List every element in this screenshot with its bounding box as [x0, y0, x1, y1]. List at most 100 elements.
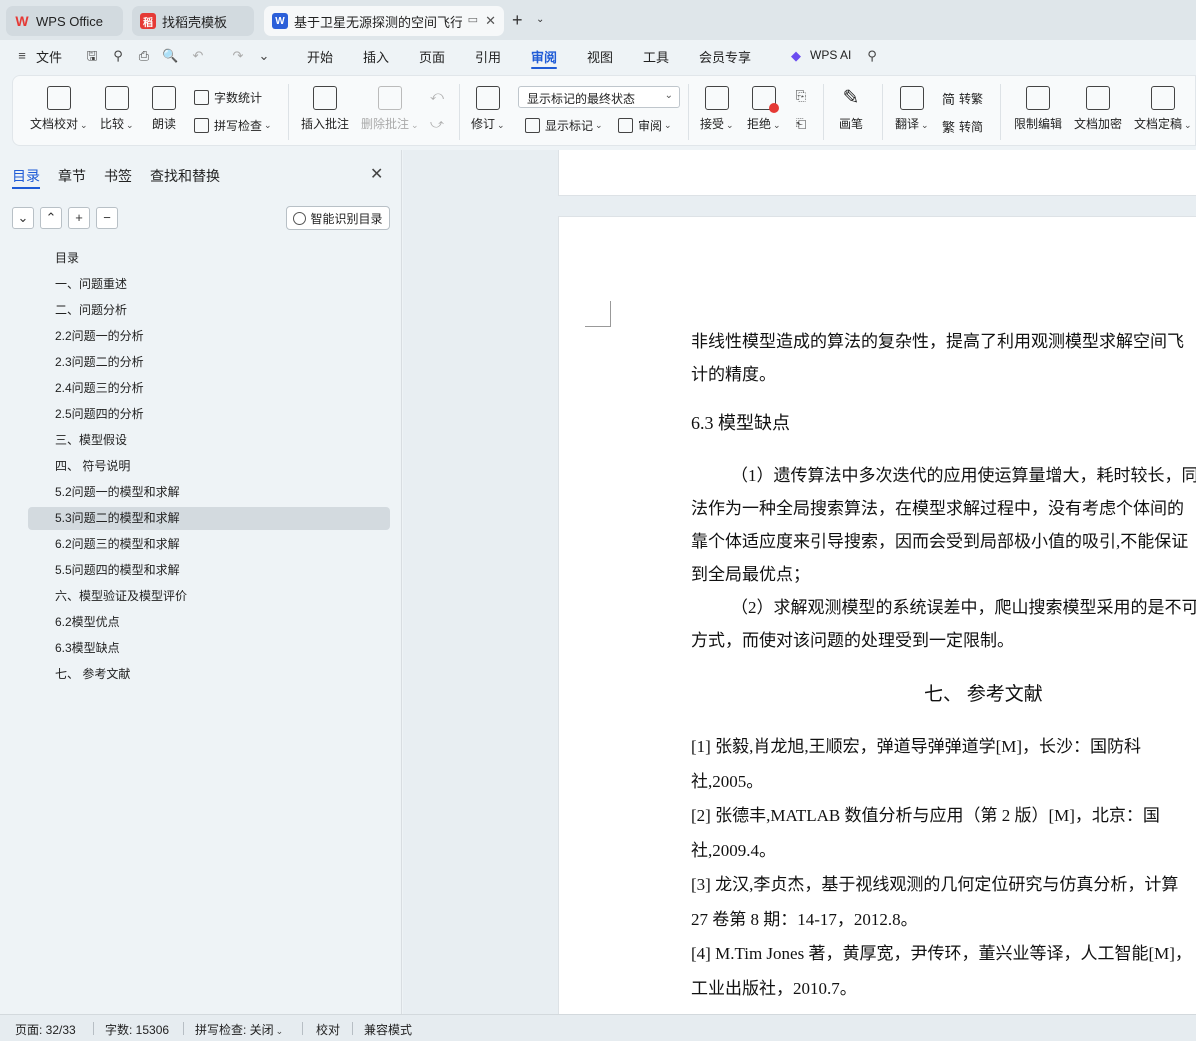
- next-comment-icon[interactable]: ⤻: [429, 116, 445, 132]
- tab-bookmarks[interactable]: 书签: [104, 166, 132, 186]
- menu-insert[interactable]: 插入: [363, 47, 389, 66]
- insert-comment-button[interactable]: 插入批注: [301, 86, 349, 132]
- doc-line: 方式，而使对该问题的处理受到一定限制。: [691, 631, 1014, 650]
- menu-page[interactable]: 页面: [419, 47, 445, 66]
- tab-find-replace[interactable]: 查找和替换: [150, 166, 220, 186]
- tab-document[interactable]: W 基于卫星无源探测的空间飞行器 ▭ ✕: [264, 6, 504, 36]
- toc-item[interactable]: 四、 符号说明: [28, 455, 390, 478]
- redo-icon[interactable]: ↷: [230, 48, 246, 64]
- tab-bar: W WPS Office 稻 找稻壳模板 W 基于卫星无源探测的空间飞行器 ▭ …: [0, 0, 1196, 40]
- word-count-icon: [194, 90, 209, 105]
- toc-item[interactable]: 5.3问题二的模型和求解: [28, 507, 390, 530]
- reject-button[interactable]: 拒绝 ⌄: [747, 86, 781, 132]
- spell-check-button[interactable]: 拼写检查 ⌄: [194, 117, 272, 134]
- markup-state-select[interactable]: 显示标记的最终状态 ⌄: [518, 86, 680, 108]
- markup-state-value: 显示标记的最终状态: [527, 92, 636, 106]
- to-traditional-button[interactable]: 简 转繁: [942, 89, 983, 108]
- menu-member[interactable]: 会员专享: [699, 47, 751, 66]
- doc-line: 社,2009.4。: [691, 841, 776, 860]
- toc-item[interactable]: 七、 参考文献: [28, 663, 390, 686]
- undo-icon[interactable]: ↶: [190, 48, 206, 64]
- ribbon-toolbar: 文档校对 ⌄ 比较 ⌄ 朗读 字数统计 拼写检查 ⌄ 插入批注 删除批注 ⌄ ⤺ ⤻ 修…: [12, 75, 1196, 146]
- chevron-down-icon[interactable]: ⌄: [256, 48, 272, 64]
- review-pane-label: 审阅: [638, 119, 663, 133]
- toc-item[interactable]: 2.4问题三的分析: [28, 377, 390, 400]
- toc-item[interactable]: 6.2模型优点: [28, 611, 390, 634]
- accept-button[interactable]: 接受 ⌄: [700, 86, 734, 132]
- pen-button[interactable]: ✎ 画笔: [839, 86, 863, 132]
- doc-line: 27 卷第 8 期：14-17，2012.8。: [691, 910, 918, 929]
- add-level-button[interactable]: +: [68, 207, 90, 229]
- toc-item[interactable]: 六、模型验证及模型评价: [28, 585, 390, 608]
- review-pane-button[interactable]: 审阅 ⌄: [618, 117, 672, 134]
- proofread-button[interactable]: 文档校对 ⌄: [30, 86, 88, 132]
- delete-comment-button[interactable]: 删除批注 ⌄: [361, 86, 419, 132]
- finalize-button[interactable]: 文档定稿 ⌄: [1134, 86, 1192, 132]
- save-icon[interactable]: 🖫: [84, 48, 100, 64]
- smart-toc-label: 智能识别目录: [310, 211, 383, 226]
- tab-toc[interactable]: 目录: [12, 166, 40, 186]
- chevron-down-icon[interactable]: ⌄: [536, 14, 544, 25]
- menu-file[interactable]: 文件: [36, 47, 62, 66]
- toc-item[interactable]: 5.2问题一的模型和求解: [28, 481, 390, 504]
- track-changes-button[interactable]: 修订 ⌄: [471, 86, 505, 132]
- next-change-icon[interactable]: ⎗: [793, 116, 809, 132]
- show-markup-button[interactable]: 显示标记 ⌄: [525, 117, 603, 134]
- menu-wps-ai[interactable]: WPS AI: [810, 48, 851, 62]
- spell-check-status[interactable]: 拼写检查: 关闭 ⌄: [195, 1021, 283, 1038]
- prev-comment-icon[interactable]: ⤺: [429, 88, 445, 104]
- tab-label: 基于卫星无源探测的空间飞行器: [294, 14, 462, 30]
- page-indicator[interactable]: 页面: 32/33: [15, 1021, 76, 1038]
- toc-item[interactable]: 二、问题分析: [28, 299, 390, 322]
- remove-level-button[interactable]: −: [96, 207, 118, 229]
- menu-review[interactable]: 审阅: [531, 47, 557, 66]
- toc-item[interactable]: 5.5问题四的模型和求解: [28, 559, 390, 582]
- close-icon[interactable]: ✕: [485, 13, 496, 29]
- toc-item[interactable]: 6.2问题三的模型和求解: [28, 533, 390, 556]
- toc-item[interactable]: 三、模型假设: [28, 429, 390, 452]
- collapse-up-button[interactable]: ⌃: [40, 207, 62, 229]
- word-count-button[interactable]: 字数统计: [194, 89, 262, 106]
- toc-item[interactable]: 2.3问题二的分析: [28, 351, 390, 374]
- finalize-label: 文档定稿: [1134, 117, 1183, 131]
- toc-item[interactable]: 目录: [28, 247, 390, 270]
- share-icon[interactable]: ⚲: [110, 48, 126, 64]
- hamburger-icon[interactable]: ≡: [14, 48, 30, 64]
- translate-button[interactable]: 翻译 ⌄: [895, 86, 929, 132]
- tab-label: WPS Office: [36, 13, 103, 29]
- navigation-pane: 目录 章节 书签 查找和替换 ✕ ⌄ ⌃ + − 智能识别目录 目录一、问题重述…: [0, 150, 402, 1014]
- menu-references[interactable]: 引用: [475, 47, 501, 66]
- proof-status[interactable]: 校对: [316, 1021, 340, 1038]
- toc-item[interactable]: 一、问题重述: [28, 273, 390, 296]
- tab-sections[interactable]: 章节: [58, 166, 86, 186]
- status-separator: [352, 1022, 353, 1035]
- restrict-edit-button[interactable]: 限制编辑: [1014, 86, 1062, 132]
- new-tab-icon[interactable]: +: [512, 10, 523, 31]
- read-aloud-button[interactable]: 朗读: [152, 86, 176, 132]
- encrypt-button[interactable]: 文档加密: [1074, 86, 1122, 132]
- restrict-edit-label: 限制编辑: [1014, 117, 1063, 131]
- close-icon[interactable]: ✕: [370, 164, 383, 184]
- compare-button[interactable]: 比较 ⌄: [100, 86, 134, 132]
- to-simplified-button[interactable]: 繁 转简: [942, 117, 983, 136]
- track-changes-label: 修订: [471, 117, 496, 131]
- toc-item[interactable]: 2.2问题一的分析: [28, 325, 390, 348]
- tab-wps-office[interactable]: W WPS Office: [6, 6, 123, 36]
- toc-item[interactable]: 2.5问题四的分析: [28, 403, 390, 426]
- menu-home[interactable]: 开始: [307, 47, 333, 66]
- tab-docer[interactable]: 稻 找稻壳模板: [132, 6, 254, 36]
- menu-tools[interactable]: 工具: [643, 47, 669, 66]
- document-page[interactable]: 非线性模型造成的算法的复杂性，提高了利用观测模型求解空间飞 计的精度。 6.3 …: [558, 216, 1196, 1014]
- toc-item[interactable]: 6.3模型缺点: [28, 637, 390, 660]
- menu-view[interactable]: 视图: [587, 47, 613, 66]
- print-preview-icon[interactable]: 🔍: [162, 48, 178, 64]
- print-icon[interactable]: ⎙: [136, 48, 152, 64]
- doc-line: [2] 张德丰,MATLAB 数值分析与应用（第 2 版）[M]，北京：国: [691, 806, 1160, 825]
- smart-toc-button[interactable]: 智能识别目录: [286, 206, 390, 230]
- search-icon[interactable]: ⚲: [864, 48, 880, 64]
- expand-down-button[interactable]: ⌄: [12, 207, 34, 229]
- ribbon-separator: [823, 84, 824, 140]
- word-count-indicator[interactable]: 字数: 15306: [105, 1021, 169, 1038]
- prev-change-icon[interactable]: ⎘: [793, 88, 809, 104]
- status-separator: [302, 1022, 303, 1035]
